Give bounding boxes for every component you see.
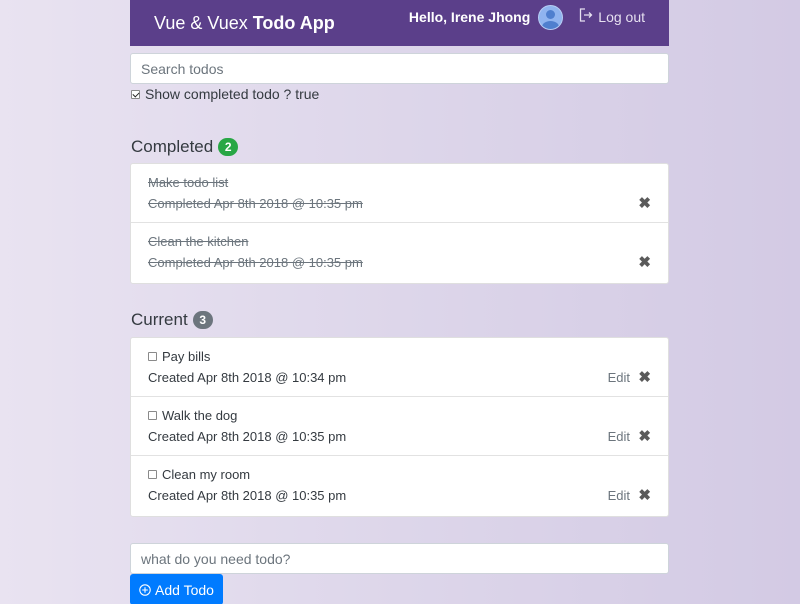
add-todo-label: Add Todo <box>155 581 214 598</box>
logout-label: Log out <box>598 9 645 25</box>
list-item: Walk the dog Created Apr 8th 2018 @ 10:3… <box>131 397 668 456</box>
brand-strong: Todo App <box>252 12 335 33</box>
todo-status: Completed Apr 8th 2018 @ 10:35 pm <box>148 255 363 270</box>
completed-count-badge: 2 <box>218 138 239 156</box>
navbar: Vue & Vuex Todo App Hello, Irene Jhong L… <box>130 0 669 46</box>
times-icon[interactable]: ✖ <box>638 368 651 386</box>
plus-circle-icon <box>139 583 151 596</box>
show-completed-toggle[interactable]: Show completed todo ? true <box>131 86 319 102</box>
completed-list: Make todo list Completed Apr 8th 2018 @ … <box>130 163 669 284</box>
todo-title-row: Clean my room <box>148 467 250 482</box>
current-heading: Current 3 <box>131 310 213 330</box>
times-icon[interactable]: ✖ <box>638 194 651 212</box>
todo-title: Clean the kitchen <box>148 234 249 249</box>
sign-out-icon <box>580 8 593 22</box>
completed-title: Completed <box>131 137 214 156</box>
search-input[interactable] <box>130 53 669 84</box>
times-icon[interactable]: ✖ <box>638 253 651 271</box>
todo-title-row: Pay bills <box>148 349 210 364</box>
logout-button[interactable]: Log out <box>579 8 645 25</box>
add-todo-button[interactable]: Add Todo <box>130 574 223 604</box>
new-todo-input[interactable] <box>130 543 669 574</box>
list-item: Clean the kitchen Completed Apr 8th 2018… <box>131 223 668 282</box>
edit-button[interactable]: Edit <box>608 429 630 444</box>
todo-status: Created Apr 8th 2018 @ 10:35 pm <box>148 429 347 444</box>
show-completed-label: Show completed todo ? true <box>145 86 320 102</box>
list-item: Make todo list Completed Apr 8th 2018 @ … <box>131 164 668 223</box>
current-title: Current <box>131 310 188 329</box>
brand-prefix: Vue & Vuex <box>154 12 248 33</box>
app-container: Vue & Vuex Todo App Hello, Irene Jhong L… <box>130 0 669 604</box>
todo-title: Clean my room <box>162 467 251 482</box>
app-brand[interactable]: Vue & Vuex Todo App <box>154 13 335 34</box>
greeting-text: Hello, Irene Jhong <box>408 9 531 25</box>
times-icon[interactable]: ✖ <box>638 486 651 504</box>
list-item: Pay bills Created Apr 8th 2018 @ 10:34 p… <box>131 338 668 397</box>
todo-status: Completed Apr 8th 2018 @ 10:35 pm <box>148 196 363 211</box>
todo-checkbox[interactable] <box>148 352 157 361</box>
times-icon[interactable]: ✖ <box>638 427 651 445</box>
todo-title-row: Walk the dog <box>148 408 237 423</box>
show-completed-checkbox[interactable] <box>131 89 140 99</box>
current-count-badge: 3 <box>192 311 213 329</box>
user-avatar-icon[interactable] <box>538 4 564 30</box>
todo-status: Created Apr 8th 2018 @ 10:35 pm <box>148 488 347 503</box>
list-item: Clean my room Created Apr 8th 2018 @ 10:… <box>131 456 668 515</box>
todo-checkbox[interactable] <box>148 411 157 420</box>
todo-title: Pay bills <box>162 349 211 364</box>
edit-button[interactable]: Edit <box>608 370 630 385</box>
edit-button[interactable]: Edit <box>608 488 630 503</box>
todo-title: Walk the dog <box>162 408 238 423</box>
completed-heading: Completed 2 <box>131 137 239 157</box>
todo-status: Created Apr 8th 2018 @ 10:34 pm <box>148 370 347 385</box>
todo-title: Make todo list <box>148 175 229 190</box>
todo-checkbox[interactable] <box>148 470 157 479</box>
user-menu: Hello, Irene Jhong Log out <box>409 0 645 40</box>
current-list: Pay bills Created Apr 8th 2018 @ 10:34 p… <box>130 337 669 517</box>
